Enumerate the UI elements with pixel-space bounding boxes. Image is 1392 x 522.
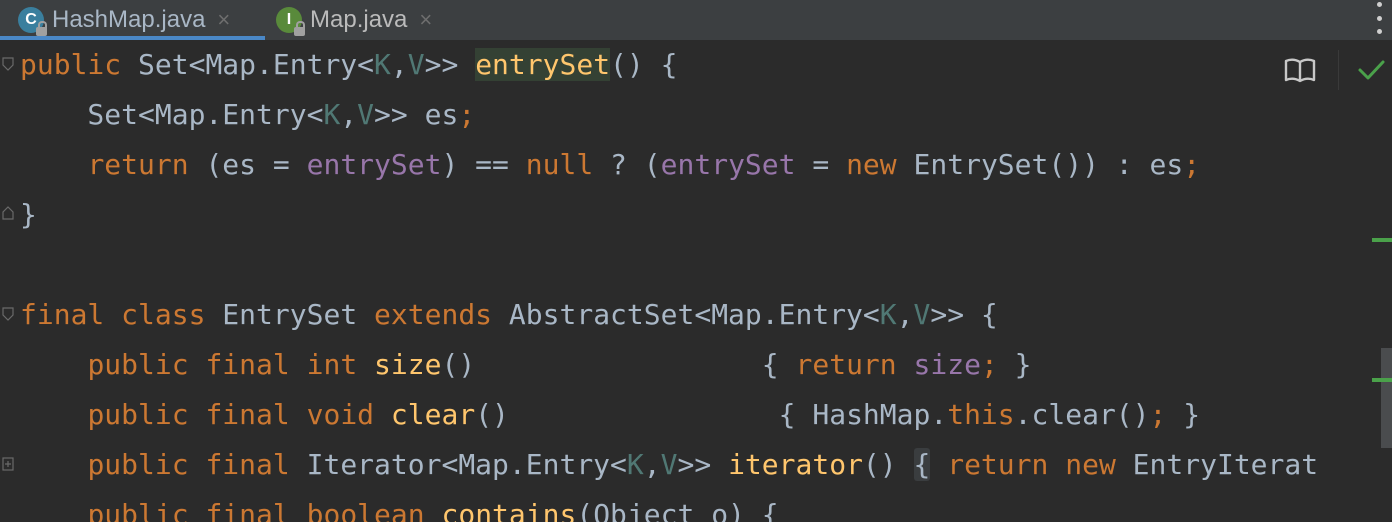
scrollbar-change-marker [1372,238,1392,242]
class-file-icon-letter: C [25,11,37,28]
tab-map-java[interactable]: I Map.java × [276,0,442,40]
no-problems-check-icon[interactable] [1356,55,1386,85]
class-file-icon: C [18,7,47,36]
fold-end-icon[interactable] [2,206,14,220]
fold-expand-icon[interactable] [2,457,14,471]
lock-icon [36,21,47,36]
code-line: public Set<Map.Entry<K,V>> entrySet() { [20,48,678,81]
code-line: public final int size() { return size; } [87,348,1032,381]
tab-label: HashMap.java [52,6,206,33]
code-line: public final boolean contains(Object o) … [87,498,779,522]
code-line: public final Iterator<Map.Entry<K,V>> it… [87,448,1319,481]
editor-tab-bar: C HashMap.java × I Map.java × [0,0,1392,41]
tab-label: Map.java [310,6,408,33]
more-options-icon[interactable] [1376,2,1382,34]
ide-window: C HashMap.java × I Map.java × public Set… [0,0,1392,522]
scrollbar-change-marker [1372,378,1392,382]
interface-file-icon-letter: I [286,11,292,28]
close-tab-icon[interactable]: × [419,7,432,33]
reader-mode-book-icon[interactable] [1282,55,1318,85]
editor-gutter [0,40,18,522]
interface-file-icon: I [276,7,305,36]
toolbar-separator [1338,50,1339,90]
code-line: public final void clear() { HashMap.this… [87,398,1201,431]
fold-collapse-icon[interactable] [2,307,14,321]
fold-collapse-icon[interactable] [2,57,14,71]
code-line: } [20,198,37,231]
scrollbar-thumb[interactable] [1381,348,1392,448]
code-line: final class EntrySet extends AbstractSet… [20,298,998,331]
code-line: Set<Map.Entry<K,V>> es; [20,98,476,131]
close-tab-icon[interactable]: × [217,7,230,33]
code-editor[interactable]: public Set<Map.Entry<K,V>> entrySet() { … [20,40,1392,522]
folded-region[interactable]: { [913,448,931,481]
lock-icon [294,21,305,36]
tab-hashmap-java[interactable]: C HashMap.java × [18,0,240,40]
code-line: return (es = entrySet) == null ? (entryS… [87,148,1201,181]
